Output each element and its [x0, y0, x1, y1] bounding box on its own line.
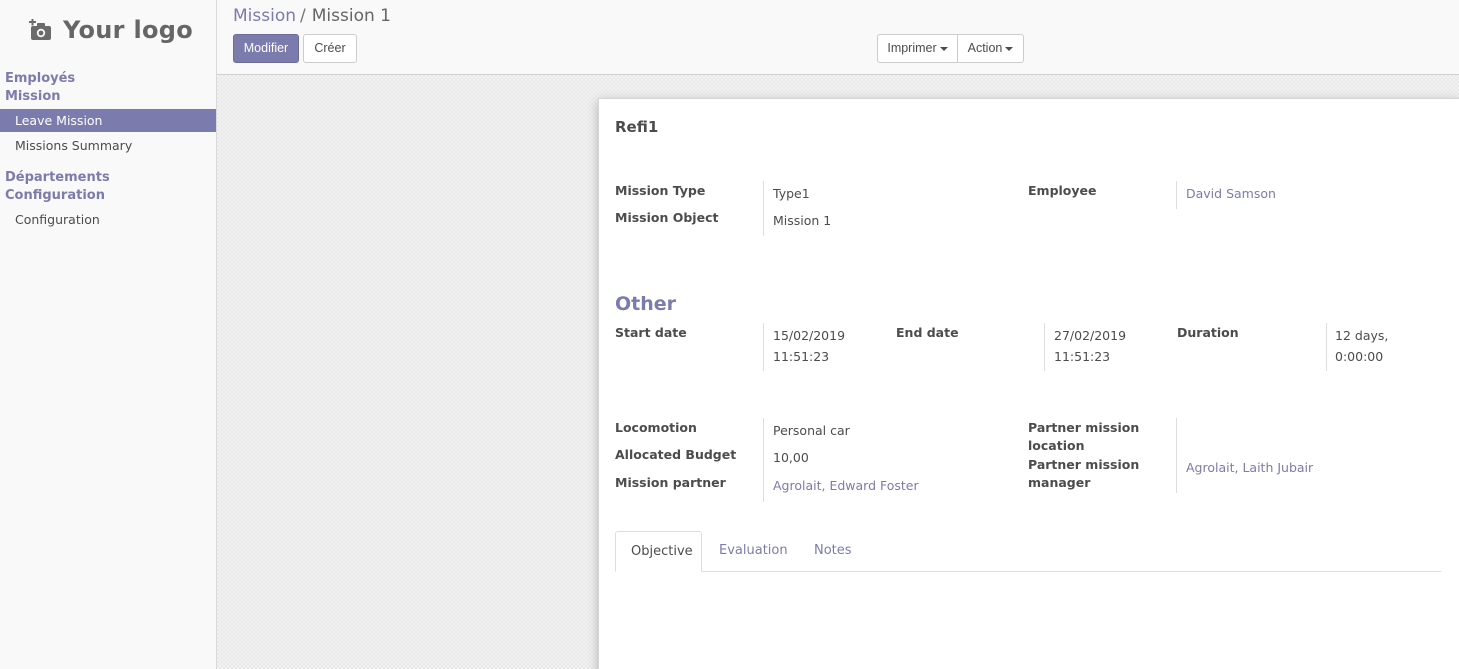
employee-link[interactable]: David Samson: [1186, 186, 1276, 201]
breadcrumb-parent-link[interactable]: Mission: [233, 6, 296, 26]
start-date-value: 15/02/2019 11:51:23: [773, 325, 845, 367]
field-divider: [1044, 323, 1045, 371]
create-button[interactable]: Créer: [303, 34, 357, 63]
breadcrumb-current: Mission 1: [311, 6, 391, 26]
field-divider: [763, 418, 764, 502]
employee-label: Employee: [1028, 183, 1097, 198]
control-panel: Mission / Mission 1 Modifier Créer Imprime…: [217, 0, 1459, 75]
menu-section-title-line: Employés: [5, 71, 76, 86]
duration-value: 12 days, 0:00:00: [1335, 325, 1388, 367]
start-date-date: 15/02/2019: [773, 328, 846, 343]
action-dropdown-label: Action: [967, 41, 1003, 55]
field-divider: [763, 323, 764, 371]
tab-evaluation[interactable]: Evaluation: [704, 531, 803, 572]
tab-objective[interactable]: Objective: [615, 531, 702, 572]
partner-mission-manager-value: Agrolait, Laith Jubair: [1186, 457, 1313, 478]
breadcrumb: Mission / Mission 1: [233, 6, 391, 26]
company-logo[interactable]: Your logo: [29, 16, 193, 44]
camera-plus-icon: [29, 19, 51, 40]
mission-object-label: Mission Object: [615, 210, 719, 225]
menu-section-title-line: Configuration: [5, 188, 105, 203]
menu-section-departements-configuration: Départements Configuration Configuration: [0, 169, 216, 231]
caret-down-icon: [1005, 46, 1014, 51]
locomotion-value: Personal car: [773, 423, 850, 438]
menu-section-title-line: Mission: [5, 89, 61, 104]
field-divider: [1326, 323, 1327, 371]
duration-time: 0:00:00: [1335, 349, 1384, 364]
mission-object-value: Mission 1: [773, 213, 832, 228]
mission-type-label: Mission Type: [615, 183, 706, 198]
menu-item-configuration[interactable]: Configuration: [0, 208, 216, 231]
mission-partner-label: Mission partner: [615, 475, 726, 490]
partner-mission-location-label: Partner mission location: [1028, 419, 1139, 455]
caret-down-icon: [939, 46, 948, 51]
start-date-label: Start date: [615, 325, 687, 340]
label-line: manager: [1028, 475, 1091, 490]
menu-section-employes-mission: Employés Mission Leave Mission Missions …: [0, 70, 216, 157]
partner-mission-manager-label: Partner mission manager: [1028, 456, 1139, 492]
action-dropdown-button[interactable]: Action: [957, 34, 1024, 63]
form-sheet: Refi1 Mission Type Mission Object Type1 …: [598, 98, 1459, 669]
mission-partner-value: Agrolait, Edward Foster: [773, 475, 919, 496]
locomotion-label: Locomotion: [615, 420, 697, 435]
mission-partner-link[interactable]: Agrolait, Edward Foster: [773, 478, 919, 493]
label-line: Partner mission: [1028, 457, 1140, 472]
employee-value: David Samson: [1186, 183, 1276, 204]
partner-mission-manager-link[interactable]: Agrolait, Laith Jubair: [1186, 460, 1313, 475]
field-divider: [1176, 181, 1177, 209]
end-date-date: 27/02/2019: [1054, 328, 1127, 343]
logo-text: Your logo: [63, 16, 194, 44]
allocated-budget-value: 10,00: [773, 450, 809, 465]
edit-button[interactable]: Modifier: [233, 34, 299, 63]
start-date-time: 11:51:23: [773, 349, 830, 364]
breadcrumb-separator: /: [300, 6, 306, 26]
field-divider: [763, 181, 764, 236]
notebook-tabs: Objective Evaluation Notes: [615, 531, 1441, 572]
form-view-background: Refi1 Mission Type Mission Object Type1 …: [217, 75, 1459, 669]
duration-days: 12 days,: [1335, 328, 1389, 343]
field-divider: [1176, 418, 1177, 493]
end-date-value: 27/02/2019 11:51:23: [1054, 325, 1126, 367]
record-title: Refi1: [615, 118, 659, 136]
label-line: Partner mission: [1028, 420, 1140, 435]
end-date-label: End date: [896, 325, 959, 340]
section-title-other: Other: [615, 293, 677, 315]
allocated-budget-label: Allocated Budget: [615, 447, 737, 462]
tab-notes[interactable]: Notes: [799, 531, 867, 572]
print-dropdown-label: Imprimer: [887, 41, 937, 55]
menu-section-title[interactable]: Départements Configuration: [0, 169, 216, 205]
end-date-time: 11:51:23: [1054, 349, 1111, 364]
menu-item-leave-mission[interactable]: Leave Mission: [0, 109, 216, 132]
mission-type-value: Type1: [773, 186, 810, 201]
print-dropdown-button[interactable]: Imprimer: [877, 34, 958, 63]
menu-section-title[interactable]: Employés Mission: [0, 70, 216, 106]
sidebar: Your logo Employés Mission Leave Mission…: [0, 0, 217, 669]
menu-section-title-line: Départements: [5, 170, 110, 185]
menu-item-missions-summary[interactable]: Missions Summary: [0, 134, 216, 157]
label-line: location: [1028, 438, 1085, 453]
duration-label: Duration: [1177, 325, 1239, 340]
